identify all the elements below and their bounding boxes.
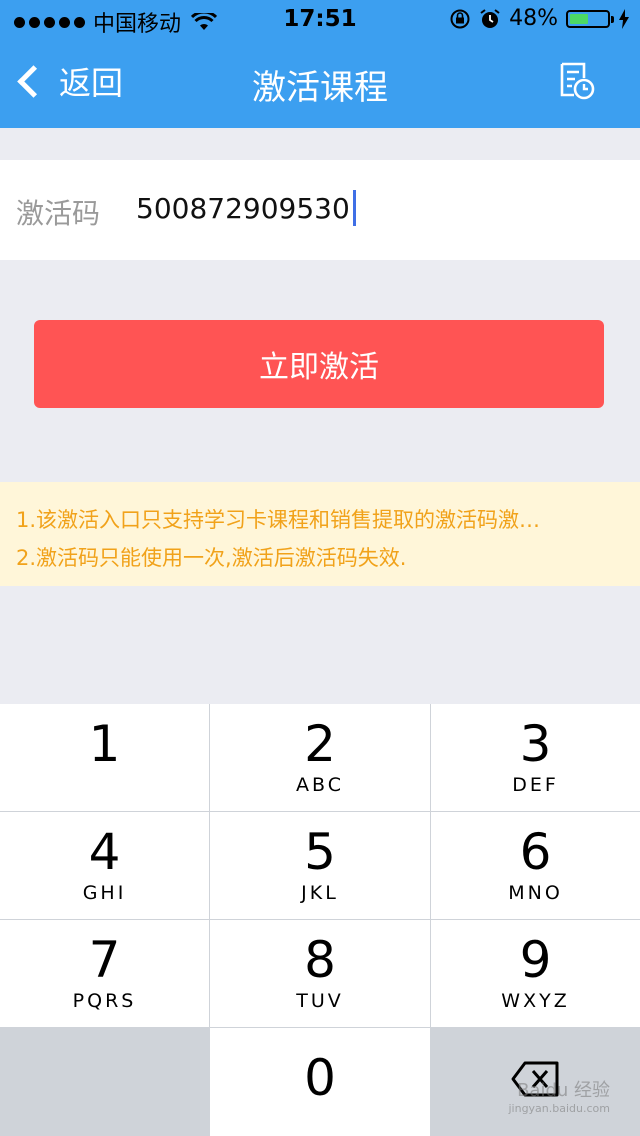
key-letters: ABC (296, 774, 344, 796)
activation-code-label: 激活码 (16, 197, 101, 230)
key-number: 0 (304, 1049, 336, 1107)
notice-line-1: 1.该激活入口只支持学习卡课程和销售提取的激活码激… (16, 508, 541, 532)
text-cursor (353, 190, 356, 226)
activation-code-input[interactable] (136, 188, 366, 228)
key-number: 9 (519, 931, 552, 989)
alarm-icon (480, 8, 500, 28)
orientation-lock-icon (450, 9, 470, 28)
status-right: 48% (449, 6, 630, 31)
baidu-watermark: Baidu 经验 jingyan.baidu.com (508, 1076, 610, 1115)
key-letters: MNO (508, 882, 563, 904)
notice-box: 1.该激活入口只支持学习卡课程和销售提取的激活码激… 2.激活码只能使用一次,激… (0, 482, 640, 586)
key-number: 2 (304, 715, 336, 773)
key-letters: JKL (301, 882, 339, 904)
back-button[interactable]: 返回 (14, 58, 123, 104)
back-label: 返回 (59, 64, 124, 102)
status-bar: 中国移动 17:51 48% (0, 0, 640, 40)
key-letters: TUV (296, 990, 344, 1012)
key-5[interactable]: 5 JKL (210, 812, 430, 919)
activation-code-row: 激活码 (0, 160, 640, 260)
watermark-text: Baidu 经验 (517, 1080, 610, 1101)
activate-now-button[interactable]: 立即激活 (34, 320, 604, 408)
key-4[interactable]: 4 GHI (0, 812, 209, 919)
key-number: 4 (88, 823, 121, 881)
key-number: 3 (519, 715, 552, 773)
watermark-url: jingyan.baidu.com (508, 1102, 610, 1115)
key-0[interactable]: 0 (210, 1028, 430, 1136)
key-empty (0, 1028, 209, 1136)
key-number: 5 (304, 823, 336, 881)
charging-icon (619, 8, 629, 29)
key-6[interactable]: 6 MNO (431, 812, 640, 919)
header: 中国移动 17:51 48% 返回 激活课程 (0, 0, 640, 128)
key-3[interactable]: 3 DEF (431, 704, 640, 811)
key-letters: PQRS (72, 990, 137, 1012)
key-letters: WXYZ (501, 990, 570, 1012)
key-letters: DEF (512, 774, 559, 796)
key-9[interactable]: 9 WXYZ (431, 920, 640, 1027)
key-number: 7 (88, 931, 121, 989)
history-icon[interactable] (556, 60, 596, 100)
numeric-keypad: 1 2 ABC 3 DEF 4 GHI 5 JKL 6 MNO 7 PQRS 8… (0, 704, 640, 1136)
key-letters: GHI (82, 882, 127, 904)
key-2[interactable]: 2 ABC (210, 704, 430, 811)
key-1[interactable]: 1 (0, 704, 209, 811)
key-8[interactable]: 8 TUV (210, 920, 430, 1027)
key-number: 6 (519, 823, 552, 881)
notice-line-2: 2.激活码只能使用一次,激活后激活码失效. (16, 546, 407, 570)
battery-icon (566, 9, 614, 28)
key-number: 8 (304, 931, 336, 989)
key-number: 1 (88, 715, 121, 773)
chevron-left-icon (17, 64, 50, 98)
key-7[interactable]: 7 PQRS (0, 920, 209, 1027)
battery-percent: 48% (509, 6, 558, 31)
